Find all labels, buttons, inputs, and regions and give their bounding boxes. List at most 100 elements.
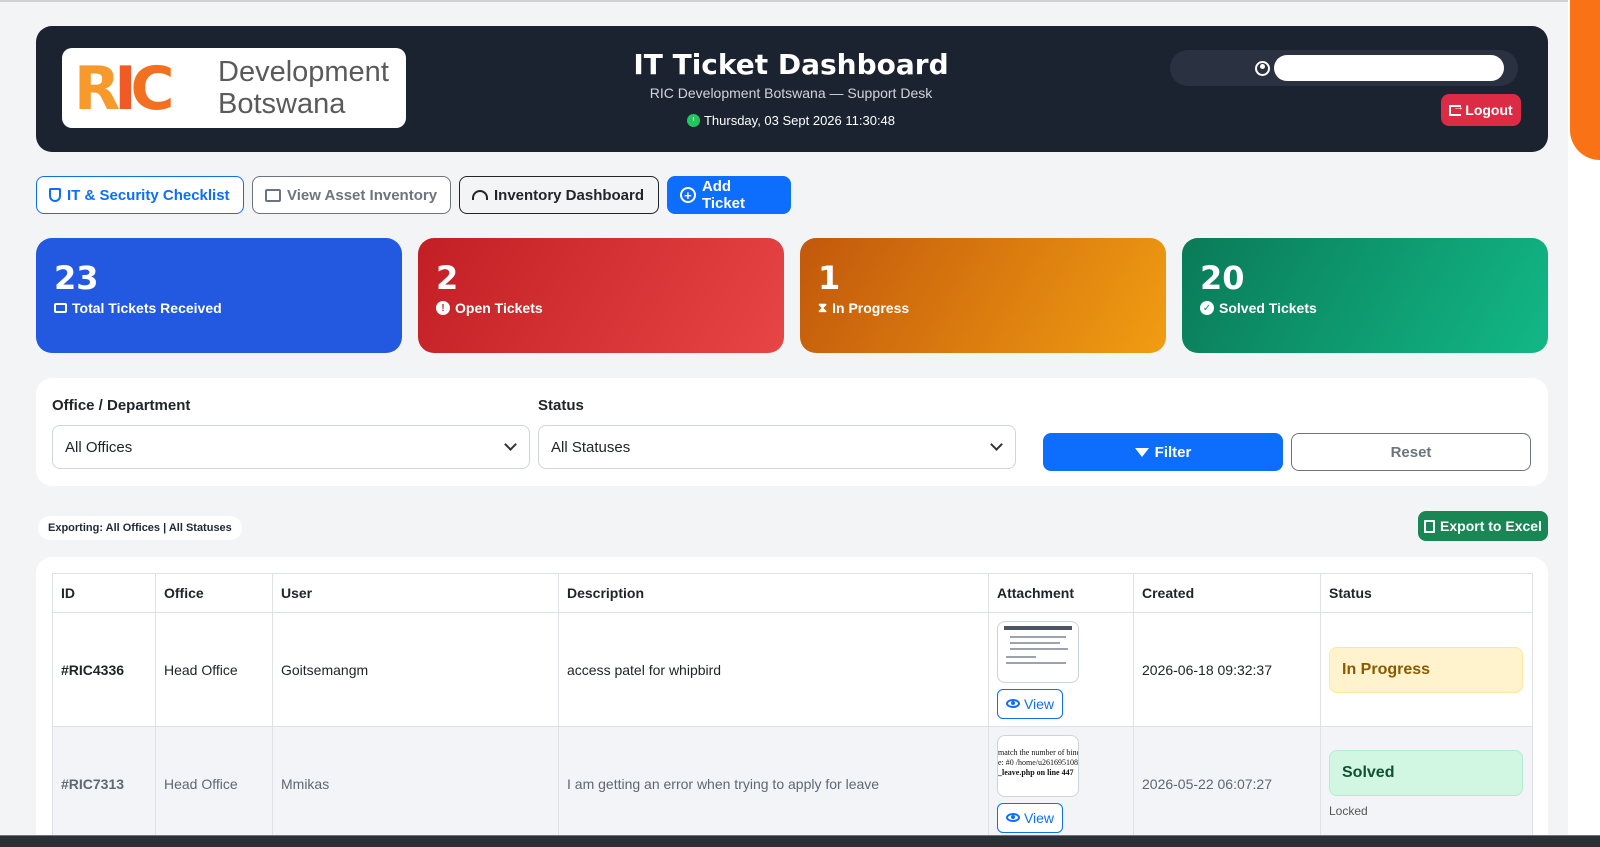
logo-mark: RIC [74, 54, 175, 124]
ticket-attachment: View [988, 612, 1134, 727]
view-attachment-button[interactable]: View [997, 688, 1063, 719]
ticket-created: 2026-05-22 06:07:27 [1133, 726, 1321, 841]
dashboard-header: RIC Development Botswana IT Ticket Dashb… [36, 26, 1548, 152]
view-label: View [1023, 695, 1055, 712]
view-asset-inventory-button[interactable]: View Asset Inventory [252, 176, 451, 214]
stat-value: 2 [436, 259, 459, 297]
table-row[interactable]: #RIC7313 Head Office Mmikas I am getting… [52, 726, 1533, 841]
stat-label-row: ⧗ In Progress [818, 300, 1148, 316]
thumb-line [1010, 635, 1066, 638]
security-checklist-button[interactable]: IT & Security Checklist [36, 176, 244, 214]
thumb-line [1006, 655, 1036, 658]
page-subtitle: RIC Development Botswana — Support Desk [649, 85, 933, 101]
ticket-user: Mmikas [272, 726, 559, 841]
header-center: IT Ticket Dashboard RIC Development Bots… [556, 26, 1026, 128]
office-select[interactable]: All Offices [52, 425, 530, 469]
stat-label-row: Total Tickets Received [54, 300, 384, 316]
column-header-created[interactable]: Created [1133, 573, 1321, 613]
status-select-value: All Statuses [551, 438, 631, 456]
locked-note: Locked [1329, 803, 1368, 818]
column-header-status[interactable]: Status [1320, 573, 1533, 613]
status-select[interactable]: All Statuses [538, 425, 1016, 469]
thumb-line [1010, 641, 1060, 644]
stats-row: 23 Total Tickets Received 2 ! Open Ticke… [36, 238, 1548, 353]
stat-label-row: ! Open Tickets [436, 300, 766, 316]
tickets-table: ID Office User Description Attachment Cr… [52, 573, 1533, 841]
reset-button[interactable]: Reset [1291, 433, 1531, 471]
ticket-user: Goitsemangm [272, 612, 559, 727]
attachment-thumbnail[interactable]: match the number of bind e: #0 /home/u26… [997, 734, 1079, 797]
taskbar-edge [0, 835, 1600, 847]
filter-panel: Office / Department All Offices Status A… [36, 378, 1548, 486]
export-excel-button[interactable]: Export to Excel [1418, 511, 1548, 541]
current-datetime: Thursday, 03 Sept 2026 11:30:48 [556, 113, 1026, 128]
view-attachment-button[interactable]: View [997, 802, 1063, 833]
company-logo: RIC Development Botswana [62, 48, 406, 128]
status-filter-label: Status [538, 397, 584, 414]
logo-line-1: Development [218, 56, 389, 88]
thumb-line [1010, 647, 1068, 650]
shield-icon [49, 188, 61, 202]
action-toolbar: IT & Security Checklist View Asset Inven… [36, 176, 791, 214]
column-header-description[interactable]: Description [558, 573, 989, 613]
ticket-status-cell: Solved Locked [1320, 726, 1533, 841]
asset-inventory-label: View Asset Inventory [287, 186, 438, 204]
thumb-line [1006, 661, 1066, 664]
stat-label: Open Tickets [455, 300, 543, 316]
view-label: View [1023, 809, 1055, 826]
attachment-thumbnail[interactable] [997, 620, 1079, 683]
filter-label: Filter [1154, 443, 1192, 461]
ticket-id: #RIC7313 [52, 726, 156, 841]
redacted-user-email [1276, 57, 1502, 79]
orange-corner-accent [1570, 0, 1600, 160]
inbox-icon [54, 303, 67, 313]
column-header-attachment[interactable]: Attachment [988, 573, 1134, 613]
stat-value: 1 [818, 259, 841, 297]
add-ticket-button[interactable]: + Add Ticket [667, 176, 791, 214]
column-header-user[interactable]: User [272, 573, 559, 613]
eye-icon [1005, 699, 1020, 708]
speedometer-icon [472, 190, 488, 200]
stat-card-solved: 20 ✓ Solved Tickets [1182, 238, 1548, 353]
chevron-down-icon [504, 438, 517, 451]
clock-icon [686, 114, 700, 127]
office-filter-label: Office / Department [52, 397, 191, 414]
ticket-description: I am getting an error when trying to app… [558, 726, 989, 841]
table-row[interactable]: #RIC4336 Head Office Goitsemangm access … [52, 612, 1533, 727]
stat-label: Solved Tickets [1219, 300, 1317, 316]
inventory-dashboard-button[interactable]: Inventory Dashboard [459, 176, 659, 214]
stat-value: 23 [54, 259, 99, 297]
ticket-attachment: match the number of bind e: #0 /home/u26… [988, 726, 1134, 841]
export-scope-badge: Exporting: All Offices | All Statuses [38, 516, 242, 540]
status-select-in-progress[interactable]: In Progress [1329, 646, 1523, 693]
user-circle-icon [1255, 60, 1270, 76]
ticket-created: 2026-06-18 09:32:37 [1133, 612, 1321, 727]
stat-card-total: 23 Total Tickets Received [36, 238, 402, 353]
stat-label-row: ✓ Solved Tickets [1200, 300, 1530, 316]
eye-icon [1005, 813, 1020, 822]
stat-label: Total Tickets Received [72, 300, 222, 316]
filter-button[interactable]: Filter [1043, 433, 1283, 471]
export-label: Export to Excel [1440, 518, 1542, 534]
check-circle-icon: ✓ [1200, 301, 1214, 315]
office-select-value: All Offices [65, 438, 133, 456]
ticket-description: access patel for whipbird [558, 612, 989, 727]
stat-card-open: 2 ! Open Tickets [418, 238, 784, 353]
stat-card-in-progress: 1 ⧗ In Progress [800, 238, 1166, 353]
devices-icon [265, 188, 281, 202]
column-header-office[interactable]: Office [155, 573, 273, 613]
logout-button[interactable]: Logout [1441, 94, 1521, 126]
inventory-dashboard-label: Inventory Dashboard [494, 186, 645, 204]
stat-value: 20 [1200, 259, 1245, 297]
plus-circle-icon: + [680, 187, 696, 203]
ticket-office: Head Office [155, 726, 273, 841]
page-title: IT Ticket Dashboard [633, 48, 949, 81]
column-header-id[interactable]: ID [52, 573, 156, 613]
logout-label: Logout [1465, 102, 1513, 118]
chevron-down-icon [990, 438, 1003, 451]
ticket-id: #RIC4336 [52, 612, 156, 727]
user-account-pill[interactable] [1170, 50, 1518, 86]
add-ticket-label: Add Ticket [701, 178, 746, 212]
excel-file-icon [1424, 519, 1436, 533]
funnel-icon [1134, 447, 1149, 457]
